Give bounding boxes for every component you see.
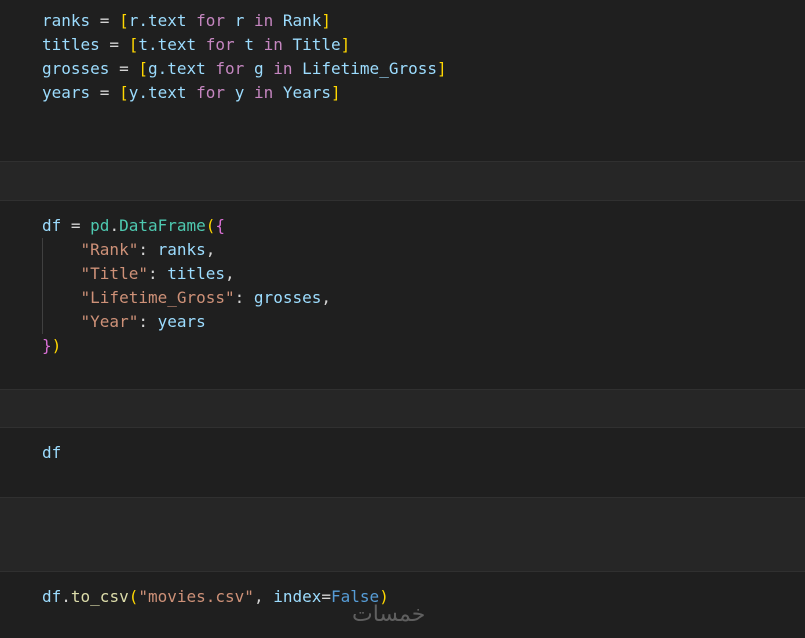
code-line: "Title": titles, <box>42 262 235 286</box>
keyword-in: in <box>253 35 293 54</box>
paren: ( <box>128 587 139 606</box>
loop-variable: r <box>234 11 245 30</box>
cell-separator <box>0 389 805 428</box>
code-cell-1[interactable]: ranks = [r.text for r in Rank] titles = … <box>0 0 805 161</box>
variable: grosses <box>42 59 110 78</box>
brace: } <box>42 336 52 355</box>
cell-separator <box>0 497 805 572</box>
value: titles <box>167 264 226 283</box>
string-arg: "movies.csv" <box>138 587 254 606</box>
value: years <box>157 312 206 331</box>
expression: y.text <box>128 83 187 102</box>
code-cell-3[interactable]: df <box>0 428 805 497</box>
colon: : <box>147 264 168 283</box>
separator: , <box>253 587 274 606</box>
comma: , <box>321 288 331 307</box>
keyword-in: in <box>244 83 283 102</box>
iterable: Lifetime_Gross <box>302 59 437 78</box>
keyword-arg: index <box>273 587 322 606</box>
paren: ) <box>51 336 62 355</box>
expression: g.text <box>147 59 206 78</box>
bracket: [ <box>119 83 129 102</box>
string-key: "Year" <box>80 312 139 331</box>
code-line: titles = [t.text for t in Title] <box>42 33 350 57</box>
code-line: df.to_csv("movies.csv", index=False) <box>42 585 389 609</box>
module: pd <box>90 216 110 235</box>
bracket: ] <box>321 11 332 30</box>
comma: , <box>205 240 216 259</box>
function-name: to_csv <box>70 587 129 606</box>
bracket: ] <box>340 35 351 54</box>
watermark-logo: خمسات <box>352 602 426 627</box>
code-line: years = [y.text for y in Years] <box>42 81 341 105</box>
expression: t.text <box>138 35 197 54</box>
bracket: ] <box>331 83 341 102</box>
colon: : <box>234 288 254 307</box>
value: ranks <box>157 240 206 259</box>
brace: { <box>215 216 226 235</box>
operator: = <box>321 587 332 606</box>
code-line: "Lifetime_Gross": grosses, <box>42 286 331 310</box>
string-key: "Lifetime_Gross" <box>80 288 235 307</box>
keyword-for: for <box>186 11 235 30</box>
code-line: grosses = [g.text for g in Lifetime_Gros… <box>42 57 447 81</box>
code-cell-2[interactable]: df = pd.DataFrame({ "Rank": ranks, "Titl… <box>0 201 805 389</box>
dot: . <box>109 216 120 235</box>
bracket: ] <box>436 59 447 78</box>
keyword-for: for <box>205 59 254 78</box>
code-line: "Rank": ranks, <box>42 238 216 262</box>
bracket: [ <box>119 11 129 30</box>
iterable: Title <box>292 35 341 54</box>
iterable: Years <box>282 83 332 102</box>
variable: df <box>42 216 62 235</box>
keyword-for: for <box>196 35 245 54</box>
string-key: "Rank" <box>80 240 139 259</box>
code-line: ranks = [r.text for r in Rank] <box>42 9 331 33</box>
colon: : <box>138 240 158 259</box>
cell-separator <box>0 161 805 201</box>
loop-variable: t <box>244 35 254 54</box>
variable: years <box>42 83 91 102</box>
dot: . <box>61 587 71 606</box>
string-key: "Title" <box>80 264 148 283</box>
iterable: Rank <box>282 11 322 30</box>
operator: = <box>99 35 129 54</box>
variable: df <box>42 587 62 606</box>
code-line: df = pd.DataFrame({ <box>42 214 225 238</box>
colon: : <box>138 312 158 331</box>
operator: = <box>90 11 120 30</box>
operator: = <box>90 83 120 102</box>
paren: ( <box>205 216 216 235</box>
keyword-for: for <box>186 83 235 102</box>
keyword-in: in <box>263 59 303 78</box>
loop-variable: g <box>253 59 264 78</box>
operator: = <box>109 59 139 78</box>
bracket: [ <box>128 35 139 54</box>
comma: , <box>225 264 235 283</box>
loop-variable: y <box>234 83 245 102</box>
code-line: "Year": years <box>42 310 206 334</box>
keyword-in: in <box>244 11 283 30</box>
variable: titles <box>42 35 100 54</box>
code-line: df <box>42 441 61 465</box>
code-line: }) <box>42 334 61 358</box>
expression: r.text <box>128 11 187 30</box>
value: grosses <box>253 288 322 307</box>
variable: df <box>42 443 62 462</box>
operator: = <box>61 216 91 235</box>
class-name: DataFrame <box>119 216 206 235</box>
variable: ranks <box>42 11 91 30</box>
bracket: [ <box>138 59 148 78</box>
